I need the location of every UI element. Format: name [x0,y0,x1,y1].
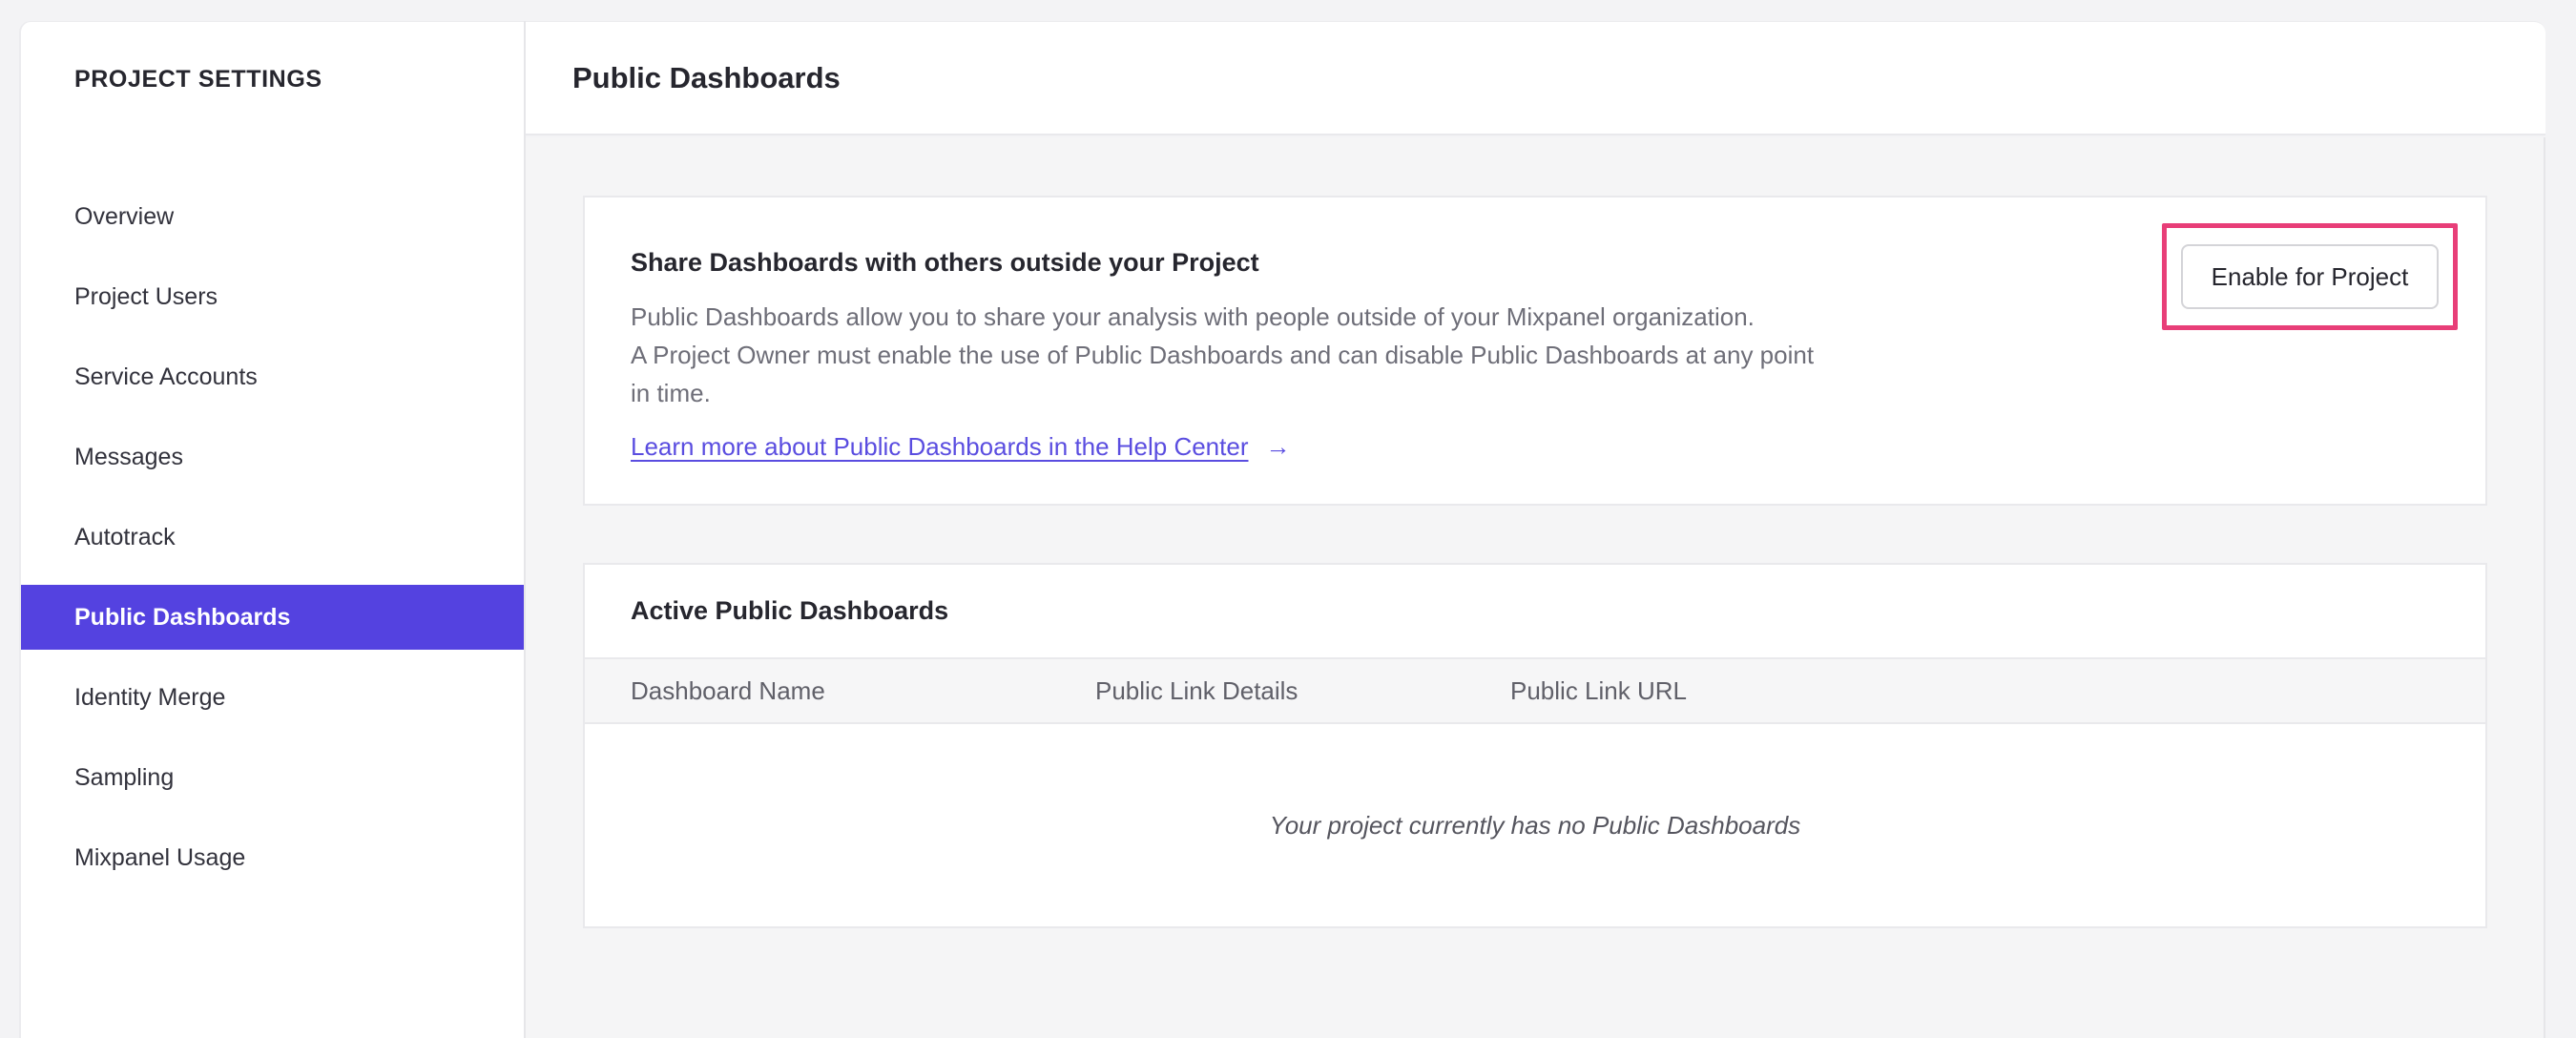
sidebar-title: PROJECT SETTINGS [74,66,322,93]
table-column-header: Dashboard Name [631,675,825,705]
sidebar-item-label: Public Dashboards [74,603,291,631]
sidebar-item-label: Mixpanel Usage [74,843,246,871]
share-dashboards-card: Share Dashboards with others outside you… [583,196,2487,506]
page-title: Public Dashboards [572,60,841,94]
sidebar-item-label: Service Accounts [74,363,258,390]
table-column-header: Public Link URL [1510,675,1687,705]
table-column-header: Public Link Details [1095,675,1298,705]
sidebar-item-messages[interactable]: Messages [21,425,524,489]
sidebar-item-label: Sampling [74,763,175,791]
dashboards-empty-state: Your project currently has no Public Das… [585,724,2485,926]
sidebar-item-label: Project Users [74,282,218,310]
main-header: Public Dashboards [526,21,2545,135]
active-card-title: Active Public Dashboards [631,596,949,625]
dashboards-table-header: Dashboard Name Public Link Details Public … [585,657,2485,724]
sidebar-item-sampling[interactable]: Sampling [21,745,524,810]
sidebar-item-public-dashboards[interactable]: Public Dashboards [21,585,524,650]
enable-for-project-button[interactable]: Enable for Project [2181,244,2439,309]
sidebar-item-overview[interactable]: Overview [21,184,524,249]
sidebar-item-label: Overview [74,202,175,230]
share-body-line: A Project Owner must enable the use of P… [631,341,1815,369]
sidebar-item-label: Messages [74,443,183,470]
help-center-link-row: Learn more about Public Dashboards in th… [631,429,2440,464]
sidebar-nav: Overview Project Users Service Accounts … [21,184,524,905]
sidebar-item-identity-merge[interactable]: Identity Merge [21,665,524,730]
share-body-line: in time. [631,379,711,407]
share-card-heading: Share Dashboards with others outside you… [631,248,1259,277]
sidebar-item-autotrack[interactable]: Autotrack [21,505,524,570]
sidebar-item-project-users[interactable]: Project Users [21,264,524,329]
sidebar-item-mixpanel-usage[interactable]: Mixpanel Usage [21,825,524,890]
arrow-right-icon: → [1265,432,1291,461]
project-settings-sidebar: PROJECT SETTINGS Overview Project Users … [19,21,524,1038]
active-card-title-row: Active Public Dashboards [585,565,2485,657]
main-content: Share Dashboards with others outside you… [526,137,2545,1038]
sidebar-item-label: Autotrack [74,523,176,550]
share-body-line: Public Dashboards allow you to share you… [631,302,1755,331]
active-dashboards-card: Active Public Dashboards Dashboard Name P… [583,563,2487,928]
sidebar-item-service-accounts[interactable]: Service Accounts [21,344,524,409]
help-center-link[interactable]: Learn more about Public Dashboards in th… [631,429,1249,464]
empty-state-message: Your project currently has no Public Das… [1269,810,1801,840]
sidebar-item-label: Identity Merge [74,683,226,711]
share-card-body: Public Dashboards allow you to share you… [631,298,2440,412]
